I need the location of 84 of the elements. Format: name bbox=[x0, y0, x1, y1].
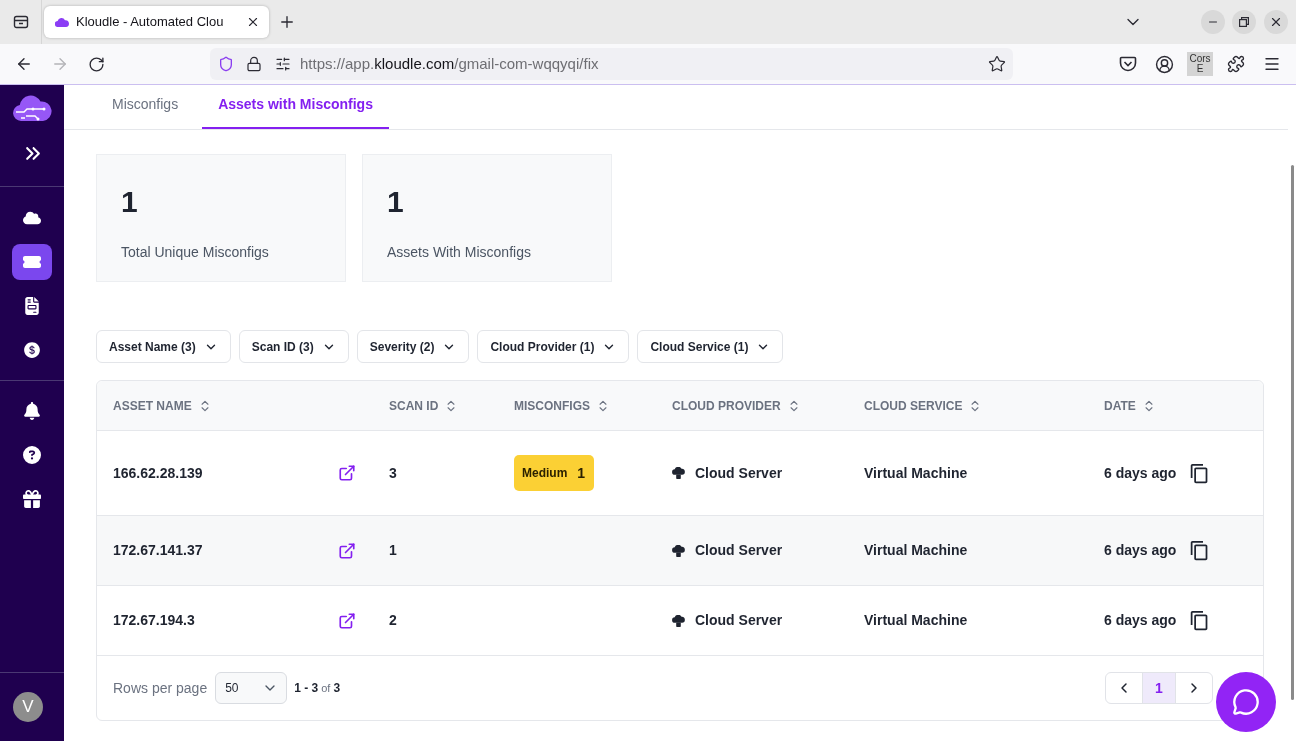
close-window-button[interactable] bbox=[1264, 10, 1288, 34]
chevron-shield-icon[interactable] bbox=[1119, 56, 1137, 72]
date-text: 6 days ago bbox=[1104, 611, 1177, 630]
column-header[interactable]: ASSET NAME bbox=[113, 396, 212, 415]
filter-dropdown[interactable]: Cloud Service (1) bbox=[637, 330, 784, 363]
column-header[interactable]: CLOUD PROVIDER bbox=[672, 396, 801, 415]
asset-name: 172.67.141.37 bbox=[113, 541, 203, 560]
sliders-icon[interactable] bbox=[275, 56, 291, 72]
cloud-server-icon bbox=[672, 467, 685, 479]
severity-count: 1 bbox=[577, 463, 586, 483]
cloud-provider: Cloud Server bbox=[695, 541, 783, 560]
severity-label: Medium bbox=[522, 465, 568, 482]
copy-icon[interactable] bbox=[1189, 462, 1210, 484]
filter-dropdown[interactable]: Severity (2) bbox=[356, 330, 470, 363]
url-text: https://app.kloudle.com/gmail-com-wqqyqi/fix bbox=[300, 53, 599, 74]
gift-icon bbox=[23, 490, 41, 508]
menu-icon[interactable] bbox=[1263, 55, 1281, 73]
asset-name: 166.62.28.139 bbox=[113, 463, 203, 483]
ticket-icon bbox=[23, 253, 41, 271]
shield-icon[interactable] bbox=[218, 56, 234, 72]
restore-icon bbox=[1239, 17, 1249, 27]
address-field[interactable]: https://app.kloudle.com/gmail-com-wqqyqi/fix bbox=[210, 48, 1013, 80]
user-circle-icon[interactable] bbox=[1154, 54, 1174, 74]
cloud-service: Virtual Machine bbox=[864, 463, 968, 483]
sidebar-item[interactable] bbox=[12, 244, 52, 280]
external-link-icon[interactable] bbox=[338, 541, 356, 560]
browser-tab[interactable]: Kloudle - Automated Clou bbox=[44, 6, 269, 38]
cloud-service: Virtual Machine bbox=[864, 541, 968, 560]
cloud-provider: Cloud Server bbox=[695, 611, 783, 630]
filter-dropdown[interactable]: Asset Name (3) bbox=[96, 330, 231, 363]
reload-icon[interactable] bbox=[87, 55, 105, 73]
scan-id: 2 bbox=[389, 611, 397, 630]
lock-icon[interactable] bbox=[246, 56, 262, 72]
copy-icon[interactable] bbox=[1189, 610, 1210, 631]
rows-per-page-label: Rows per page bbox=[113, 678, 208, 698]
column-header[interactable]: DATE bbox=[1104, 396, 1156, 415]
date-text: 6 days ago bbox=[1104, 463, 1177, 483]
chat-icon bbox=[1232, 688, 1260, 716]
minimize-button[interactable] bbox=[1201, 10, 1225, 34]
cloud-server-icon bbox=[672, 544, 685, 557]
stat-value: 1 bbox=[387, 187, 404, 217]
rows-per-page-select[interactable]: 50 bbox=[215, 672, 288, 704]
close-tab-icon[interactable] bbox=[246, 15, 260, 29]
chat-button[interactable] bbox=[1216, 672, 1276, 732]
bell-icon bbox=[23, 402, 41, 420]
page-tab[interactable]: Misconfigs bbox=[96, 85, 195, 129]
copy-icon[interactable] bbox=[1189, 540, 1210, 561]
scan-id: 1 bbox=[389, 541, 397, 560]
close-icon bbox=[1269, 15, 1283, 29]
extension-button[interactable]: Cors E bbox=[1187, 52, 1213, 76]
help-icon bbox=[23, 446, 41, 464]
star-icon[interactable] bbox=[988, 55, 1006, 73]
document-icon bbox=[23, 297, 41, 315]
scrollbar-thumb[interactable] bbox=[1290, 165, 1294, 700]
external-link-icon[interactable] bbox=[338, 611, 356, 630]
column-header[interactable]: SCAN ID bbox=[389, 396, 459, 415]
column-header[interactable]: CLOUD SERVICE bbox=[864, 396, 983, 415]
stat-value: 1 bbox=[121, 187, 138, 217]
cloud-provider: Cloud Server bbox=[695, 463, 783, 483]
column-header[interactable]: MISCONFIGS bbox=[514, 396, 610, 415]
page-range-text: 1 - 3 of 3 bbox=[294, 680, 341, 697]
favicon-icon bbox=[55, 17, 69, 27]
cloud-logo bbox=[12, 94, 52, 122]
scan-id: 3 bbox=[389, 463, 397, 483]
page-button[interactable]: 1 bbox=[1142, 673, 1176, 703]
plus-icon[interactable] bbox=[278, 13, 296, 31]
cloud-service: Virtual Machine bbox=[864, 611, 968, 630]
page-tab[interactable]: Assets with Misconfigs bbox=[202, 85, 389, 129]
puzzle-icon[interactable] bbox=[1227, 55, 1245, 73]
chevrons-right-icon[interactable] bbox=[23, 144, 41, 162]
external-link-icon[interactable] bbox=[338, 464, 356, 482]
user-avatar[interactable]: V bbox=[13, 692, 43, 722]
date-text: 6 days ago bbox=[1104, 541, 1177, 560]
back-icon[interactable] bbox=[15, 55, 33, 73]
cloud-icon bbox=[23, 209, 41, 227]
cloud-server-icon bbox=[672, 614, 685, 627]
stat-label: Total Unique Misconfigs bbox=[121, 243, 269, 262]
filter-dropdown[interactable]: Scan ID (3) bbox=[238, 330, 349, 363]
filter-dropdown[interactable]: Cloud Provider (1) bbox=[477, 330, 630, 363]
restore-button[interactable] bbox=[1232, 10, 1256, 34]
stat-label: Assets With Misconfigs bbox=[387, 243, 531, 262]
tray-icon[interactable] bbox=[12, 14, 29, 30]
asset-name: 172.67.194.3 bbox=[113, 611, 195, 630]
dollar-icon bbox=[23, 341, 41, 359]
